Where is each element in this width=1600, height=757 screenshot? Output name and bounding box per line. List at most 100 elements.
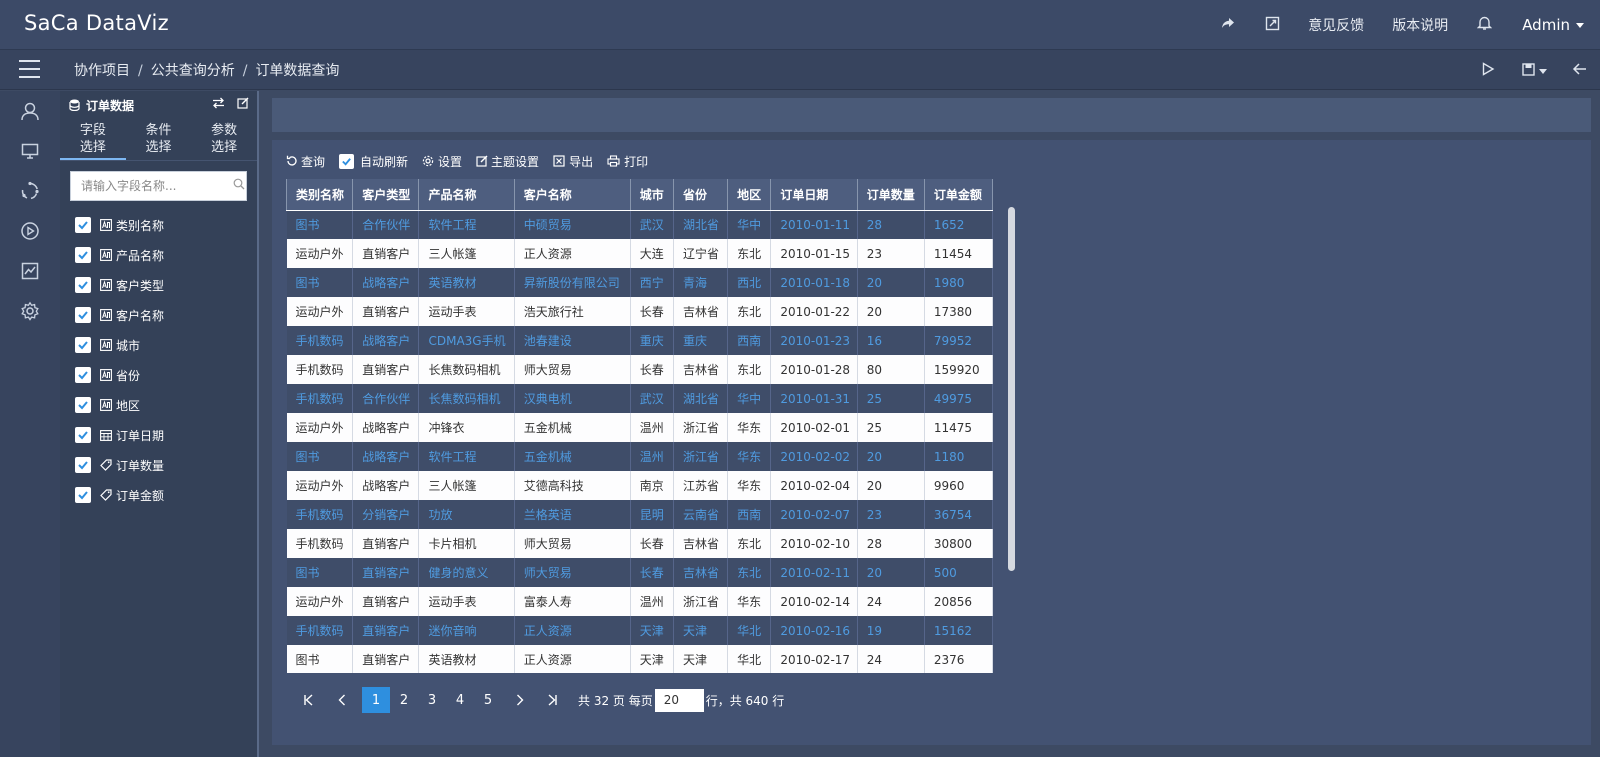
external-edit-icon[interactable] [1250,16,1294,35]
field-checkbox[interactable] [75,217,91,233]
prev-page-button[interactable] [328,687,356,713]
page-size-input[interactable] [654,688,704,712]
breadcrumb-item[interactable]: 协作项目 [74,63,130,79]
field-item[interactable]: 客户类型 [60,270,257,300]
table-row[interactable]: 手机数码 直销客户 长焦数码相机 师大贸易 长春 吉林省 东北 2010-01-28 80 159… [286,355,993,384]
line-chart-icon[interactable] [0,251,60,291]
field-checkbox[interactable] [75,457,91,473]
share-icon[interactable] [1206,15,1250,35]
table-row[interactable]: 图书 直销客户 健身的意义 师大贸易 长春 吉林省 东北 2010-02-11 20 500 [286,558,993,587]
column-header[interactable]: 类别名称 [286,179,354,211]
table-row[interactable]: 运动户外 直销客户 三人帐篷 正人资源 大连 辽宁省 东北 2010-01-15 23 11454 [286,239,993,268]
table-row[interactable]: 运动户外 战略客户 三人帐篷 艾德高科技 南京 江苏省 华东 2010-02-04 20 9960 [286,471,993,500]
field-checkbox[interactable] [75,487,91,503]
page-number-button[interactable]: 1 [362,687,390,713]
table-row[interactable]: 图书 战略客户 英语教材 昇新股份有限公司 西宁 青海 西北 2010-01-18 20 1980 [286,268,993,297]
table-row[interactable]: 图书 直销客户 英语教材 正人资源 天津 天津 华北 2010-02-17 24 2376 [286,645,993,673]
checkbox-checked[interactable] [339,153,355,169]
edit-icon[interactable] [237,97,249,109]
table-row[interactable]: 手机数码 分销客户 功放 兰格英语 昆明 云南省 西南 2010-02-07 23 36754 [286,500,993,529]
tab-parameter-select[interactable]: 参数 选择 [191,119,257,160]
breadcrumb-item[interactable]: 公共查询分析 [151,63,235,79]
table-cell: 南京 [630,471,674,500]
table-cell: 20 [857,471,925,500]
theme-settings-button[interactable]: 主题设置 [476,153,539,170]
page-number-button[interactable]: 2 [390,687,418,713]
play-icon[interactable] [1468,61,1508,80]
table-cell: 三人帐篷 [418,471,515,500]
search-icon[interactable] [231,178,246,194]
table-cell: 吉林省 [673,355,729,384]
column-header[interactable]: 订单金额 [924,179,993,211]
table-row[interactable]: 手机数码 合作伙伴 长焦数码相机 汉典电机 武汉 湖北省 华中 2010-01-31 25 499… [286,384,993,413]
field-checkbox[interactable] [75,397,91,413]
table-scrollbar[interactable] [1008,207,1015,571]
column-header[interactable]: 城市 [630,179,674,211]
gear-icon[interactable] [0,291,60,331]
feedback-link[interactable]: 意见反馈 [1294,15,1378,35]
version-notes-link[interactable]: 版本说明 [1378,15,1462,35]
field-item[interactable]: 地区 [60,390,257,420]
text-field-icon [100,249,112,261]
menu-toggle-icon[interactable] [19,60,40,78]
table-cell: 2010-01-15 [770,239,858,268]
column-header[interactable]: 客户名称 [514,179,631,211]
first-page-button[interactable] [294,687,322,713]
column-header[interactable]: 订单数量 [857,179,925,211]
field-checkbox[interactable] [75,307,91,323]
tab-field-select[interactable]: 字段 选择 [60,119,126,160]
field-item[interactable]: 城市 [60,330,257,360]
field-item[interactable]: 客户名称 [60,300,257,330]
field-checkbox[interactable] [75,427,91,443]
column-header[interactable]: 省份 [673,179,729,211]
field-item[interactable]: 订单日期 [60,420,257,450]
cycle-icon[interactable] [0,171,60,211]
page-number-button[interactable]: 5 [474,687,502,713]
field-item[interactable]: 产品名称 [60,240,257,270]
field-checkbox[interactable] [75,277,91,293]
column-header[interactable]: 订单日期 [770,179,858,211]
table-row[interactable]: 图书 战略客户 软件工程 五金机械 温州 浙江省 华东 2010-02-02 20 1180 [286,442,993,471]
last-page-button[interactable] [538,687,566,713]
switch-dataset-icon[interactable] [212,97,225,109]
table-row[interactable]: 运动户外 直销客户 运动手表 富泰人寿 温州 浙江省 华东 2010-02-14 24 20856 [286,587,993,616]
field-item[interactable]: 订单数量 [60,450,257,480]
query-button[interactable]: 查询 [286,153,325,170]
table-cell: 图书 [286,645,354,673]
play-circle-icon[interactable] [0,211,60,251]
field-checkbox[interactable] [75,247,91,263]
page-number-button[interactable]: 4 [446,687,474,713]
bell-icon[interactable] [1462,15,1506,35]
field-item[interactable]: 省份 [60,360,257,390]
tab-condition-select[interactable]: 条件 选择 [126,119,192,160]
settings-button[interactable]: 设置 [422,153,462,170]
table-row[interactable]: 手机数码 直销客户 迷你音响 正人资源 天津 天津 华北 2010-02-16 19 15162 [286,616,993,645]
export-button[interactable]: 导出 [553,153,593,170]
table-row[interactable]: 运动户外 直销客户 运动手表 浩天旅行社 长春 吉林省 东北 2010-01-22 20 1738… [286,297,993,326]
monitor-icon[interactable] [0,131,60,171]
user-icon[interactable] [0,91,60,131]
printer-icon [607,155,620,167]
table-cell: 2010-01-28 [770,355,858,384]
field-item[interactable]: 类别名称 [60,210,257,240]
table-row[interactable]: 手机数码 战略客户 CDMA3G手机 池春建设 重庆 重庆 西南 2010-01-23 16 79… [286,326,993,355]
save-dropdown-icon[interactable] [1508,61,1560,80]
table-cell: 西南 [727,500,772,529]
column-header[interactable]: 地区 [727,179,772,211]
column-header[interactable]: 产品名称 [418,179,515,211]
page-number-button[interactable]: 3 [418,687,446,713]
table-row[interactable]: 手机数码 直销客户 卡片相机 师大贸易 长春 吉林省 东北 2010-02-10 28 30800 [286,529,993,558]
table-row[interactable]: 运动户外 战略客户 冲锋衣 五金机械 温州 浙江省 华东 2010-02-01 25 11475 [286,413,993,442]
app-logo[interactable]: SaCa DataViz [24,11,169,35]
field-search-input[interactable] [71,179,231,193]
table-row[interactable]: 图书 合作伙伴 软件工程 中硕贸易 武汉 湖北省 华中 2010-01-11 28 1652 [286,210,993,239]
field-item[interactable]: 订单金额 [60,480,257,510]
auto-refresh-checkbox[interactable]: 自动刷新 [339,153,408,170]
column-header[interactable]: 客户类型 [352,179,420,211]
print-button[interactable]: 打印 [607,153,648,170]
next-page-button[interactable] [506,687,534,713]
back-arrow-icon[interactable] [1560,61,1600,80]
field-checkbox[interactable] [75,367,91,383]
field-checkbox[interactable] [75,337,91,353]
user-menu[interactable]: Admin [1506,16,1598,34]
